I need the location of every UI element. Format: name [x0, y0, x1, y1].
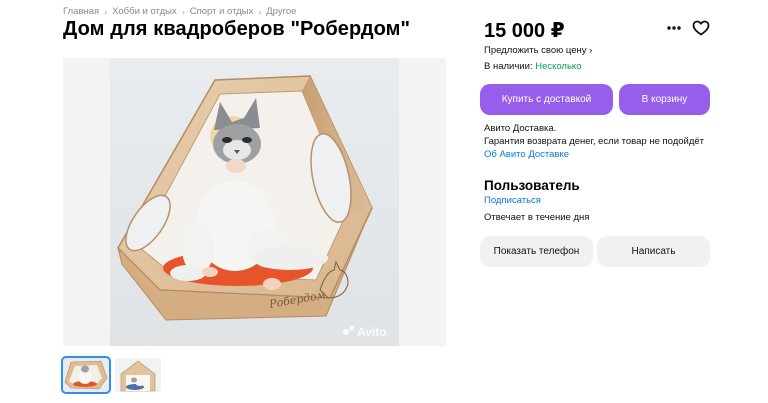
buy-with-delivery-button[interactable]: Купить с доставкой [480, 84, 613, 115]
response-time: Отвечает в течение дня [484, 212, 590, 223]
show-phone-button[interactable]: Показать телефон [480, 236, 593, 267]
delivery-title: Авито Доставка. [484, 123, 557, 134]
breadcrumb-hobby[interactable]: Хобби и отдых [112, 6, 177, 17]
page-title: Дом для квадроберов "Робердом" [63, 18, 411, 40]
thumbnail-2[interactable] [115, 358, 161, 392]
breadcrumb-sport[interactable]: Спорт и отдых [190, 6, 254, 17]
price: 15 000 ₽ [484, 20, 565, 42]
more-dots-icon[interactable] [664, 18, 684, 38]
subscribe-link[interactable]: Подписаться [484, 195, 541, 206]
availability-label: В наличии: [484, 61, 533, 72]
write-message-button[interactable]: Написать [597, 236, 710, 267]
availability: В наличии: Несколько [484, 61, 581, 72]
offer-price-link[interactable]: Предложить свою цену › [484, 45, 592, 56]
product-photo-illustration: Робердом Avito [110, 58, 399, 346]
thumbnail-1[interactable] [61, 356, 111, 394]
breadcrumb-home[interactable]: Главная [63, 6, 99, 17]
seller-name[interactable]: Пользователь [484, 178, 580, 193]
availability-value: Несколько [535, 61, 582, 72]
breadcrumb-separator: › [258, 6, 262, 17]
thumbnail-2-image [115, 358, 161, 392]
breadcrumb-separator: › [181, 6, 185, 17]
thumbnail-1-image [63, 358, 109, 392]
heart-icon[interactable] [691, 18, 711, 38]
delivery-guarantee: Гарантия возврата денег, если товар не п… [484, 136, 705, 147]
main-photo-gallery[interactable]: Робердом Avito [63, 58, 446, 346]
about-delivery-link[interactable]: Об Авито Доставке [484, 148, 704, 161]
avito-watermark: Avito [357, 325, 387, 339]
delivery-info: Авито Доставка. Гарантия возврата денег,… [484, 122, 704, 161]
breadcrumb-other[interactable]: Другое [266, 6, 296, 17]
add-to-cart-button[interactable]: В корзину [619, 84, 710, 115]
breadcrumb-separator: › [104, 6, 108, 17]
thumbnail-strip [61, 356, 161, 394]
breadcrumb: Главная › Хобби и отдых › Спорт и отдых … [63, 6, 296, 17]
product-photo[interactable]: Робердом Avito [110, 58, 399, 346]
